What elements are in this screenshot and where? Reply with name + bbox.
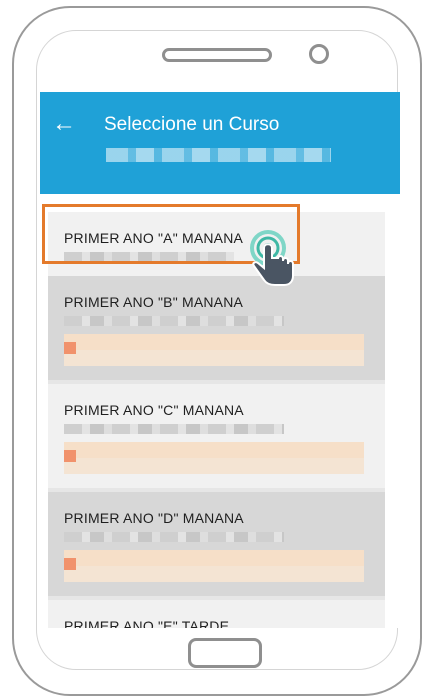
list-item[interactable]: PRIMER ANO "B" MANANA — [48, 276, 385, 380]
app-screen: ← Seleccione un Curso PRIMER ANO "A" MAN… — [40, 92, 400, 628]
arrow-left-icon[interactable]: ← — [52, 112, 76, 136]
course-detail-redacted — [64, 424, 284, 434]
list-item[interactable]: PRIMER ANO "C" MANANA — [48, 384, 385, 488]
course-detail-redacted — [64, 252, 234, 262]
app-bar: ← Seleccione un Curso — [40, 92, 400, 194]
speaker-slot — [162, 48, 272, 62]
course-name: PRIMER ANO "C" MANANA — [64, 402, 244, 418]
course-name: PRIMER ANO "A" MANANA — [64, 230, 244, 246]
course-progress-redacted — [64, 334, 364, 366]
course-progress-redacted — [64, 442, 364, 474]
home-button[interactable] — [188, 638, 262, 668]
list-item[interactable]: PRIMER ANO "D" MANANA — [48, 492, 385, 596]
page-subtitle-redacted — [106, 148, 331, 162]
course-detail-redacted — [64, 532, 284, 542]
course-detail-redacted — [64, 316, 284, 326]
course-name: PRIMER ANO "D" MANANA — [64, 510, 244, 526]
list-item[interactable]: PRIMER ANO "E" TARDE — [48, 600, 385, 628]
front-camera — [309, 44, 329, 64]
course-list: PRIMER ANO "A" MANANA PRIMER ANO "B" MAN… — [48, 212, 385, 628]
hand-tap-icon — [240, 226, 294, 286]
page-title: Seleccione un Curso — [104, 114, 280, 135]
course-progress-redacted — [64, 550, 364, 582]
course-name: PRIMER ANO "B" MANANA — [64, 294, 244, 310]
course-name: PRIMER ANO "E" TARDE — [64, 618, 230, 628]
